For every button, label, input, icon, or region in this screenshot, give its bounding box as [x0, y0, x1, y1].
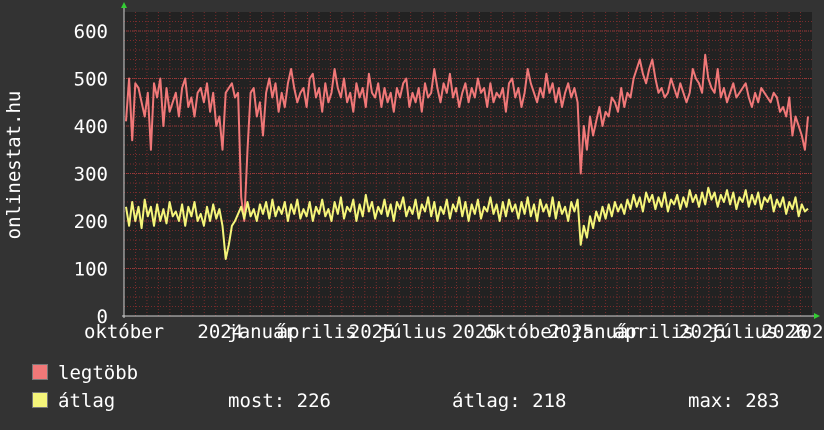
legend-swatch-avg — [32, 392, 48, 408]
site-label: onlinestat.hu — [3, 90, 25, 240]
stat-now: most: 226 — [228, 390, 331, 412]
stat-avg: átlag: 218 — [452, 390, 566, 412]
y-tick-label: 400 — [74, 116, 108, 138]
x-tick-labels: október 2024januáráprilis2025július 2025ok… — [84, 321, 824, 343]
stat-avg-value: 218 — [532, 390, 567, 412]
x-tick-label: július — [379, 321, 448, 343]
stat-max: max: 283 — [688, 390, 780, 412]
y-tick-labels: 0100200300400500600 — [74, 21, 108, 328]
stat-max-value: 283 — [745, 390, 780, 412]
legend-item-max: legtöbb — [32, 362, 138, 386]
y-tick-label: 200 — [74, 211, 108, 233]
x-tick-label: 2026 — [789, 321, 824, 343]
y-tick-label: 500 — [74, 69, 108, 91]
stat-max-label: max: — [688, 390, 734, 412]
stat-now-label: most: — [228, 390, 286, 412]
y-axis-arrow — [121, 2, 127, 8]
legend-swatch-max — [32, 364, 48, 380]
legend-label-avg: átlag — [58, 390, 116, 412]
y-tick-label: 300 — [74, 164, 108, 186]
legend-label-max: legtöbb — [58, 362, 139, 384]
x-axis-arrow — [814, 313, 820, 319]
y-tick-label: 600 — [74, 21, 108, 43]
legend-item-avg: átlag — [32, 390, 115, 414]
x-tick-label: október — [84, 321, 164, 343]
y-tick-label: 100 — [74, 259, 108, 281]
stat-now-value: 226 — [296, 390, 331, 412]
stat-avg-label: átlag: — [452, 390, 521, 412]
x-tick-label: április — [277, 321, 357, 343]
